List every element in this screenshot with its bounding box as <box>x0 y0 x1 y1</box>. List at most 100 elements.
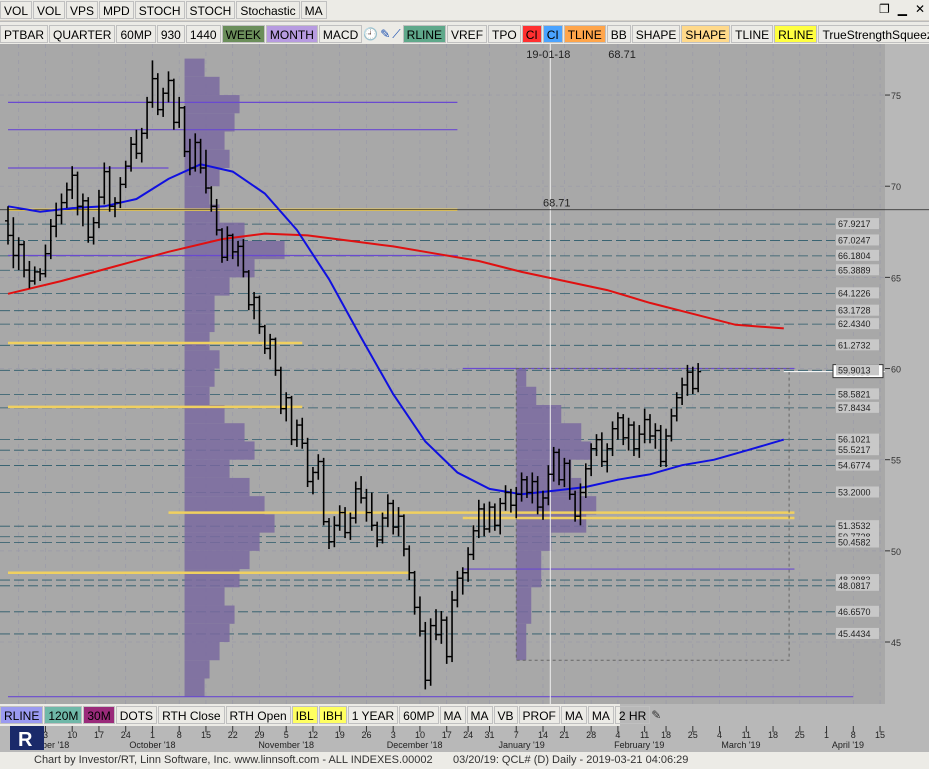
level-label: 54.6774 <box>836 459 879 471</box>
stoch-button[interactable]: STOCH <box>185 1 236 19</box>
truestrengthsqueeze-button[interactable]: TrueStrengthSqueeze <box>818 24 929 43</box>
30m-button[interactable]: 30M <box>83 706 115 724</box>
svg-text:50.4582: 50.4582 <box>838 537 871 547</box>
pencil-icon[interactable]: ✎ <box>651 706 661 724</box>
x-month-label: January '19 <box>498 740 544 750</box>
x-tick-label: 5 <box>284 730 289 740</box>
x-tick-label: 21 <box>559 730 569 740</box>
profile-bar <box>184 623 230 643</box>
tline-button[interactable]: TLINE <box>563 24 606 43</box>
pencil-icon[interactable]: ✎ <box>380 25 390 43</box>
minimize-icon[interactable]: ▁ <box>898 2 907 16</box>
rline-button[interactable]: RLINE <box>774 24 818 43</box>
quarter-button[interactable]: QUARTER <box>49 24 116 43</box>
svg-text:56.1021: 56.1021 <box>838 435 871 445</box>
vref-button[interactable]: VREF <box>447 24 488 43</box>
ptbar-button[interactable]: PTBAR <box>0 24 49 43</box>
ma-button[interactable]: MA <box>587 706 614 724</box>
svg-text:66.1804: 66.1804 <box>838 251 871 261</box>
level-label: 62.4340 <box>836 318 879 330</box>
level-label: 57.8434 <box>836 401 879 413</box>
profile-bar <box>516 386 537 405</box>
profile-bar <box>184 113 235 132</box>
y-tick-label: 75 <box>891 91 901 101</box>
clock-icon[interactable]: 🕘 <box>363 25 378 43</box>
level-label: 61.2732 <box>836 339 879 351</box>
profile-bar <box>184 459 230 478</box>
tpo-button[interactable]: TPO <box>488 24 521 43</box>
x-tick-label: 18 <box>768 730 778 740</box>
vps-button[interactable]: VPS <box>66 1 99 19</box>
cursor-line-label: 68.71 <box>543 198 571 210</box>
ma-button[interactable]: MA <box>300 1 327 19</box>
60mp-button[interactable]: 60MP <box>399 706 439 724</box>
x-month-label: November '18 <box>258 740 314 750</box>
profile-bar <box>516 569 542 588</box>
tline-button[interactable]: TLINE <box>731 24 774 43</box>
1440-button[interactable]: 1440 <box>185 24 221 43</box>
svg-text:63.1728: 63.1728 <box>838 306 871 316</box>
profile-bar <box>184 423 245 442</box>
vol-button[interactable]: VOL <box>0 1 33 19</box>
vol-button[interactable]: VOL <box>33 1 66 19</box>
level-label: 53.2000 <box>836 486 879 498</box>
svg-text:46.6570: 46.6570 <box>838 607 871 617</box>
ci-button[interactable]: CI <box>521 24 542 43</box>
rline-button[interactable]: RLINE <box>0 706 44 724</box>
ma-button[interactable]: MA <box>439 706 466 724</box>
x-tick-label: 18 <box>661 730 671 740</box>
profile-bar <box>184 660 210 679</box>
rline-button[interactable]: RLINE <box>402 24 447 43</box>
macd-button[interactable]: MACD <box>318 24 363 43</box>
shape-button[interactable]: SHAPE <box>631 24 681 43</box>
profile-bar <box>184 514 275 533</box>
ci-button[interactable]: CI <box>542 24 563 43</box>
profile-bar <box>516 550 542 570</box>
rth-open-button[interactable]: RTH Open <box>225 706 291 724</box>
stochastic-button[interactable]: Stochastic <box>236 1 300 19</box>
main-toolbar: PTBAR QUARTER 60MP 930 1440 WEEK MONTH MACD 🕘 ✎ ⟋ R… <box>0 21 929 45</box>
mpd-button[interactable]: MPD <box>99 1 134 19</box>
close-icon[interactable]: ✕ <box>915 2 925 16</box>
profile-bar <box>184 678 205 697</box>
profile-bar <box>184 605 235 624</box>
x-tick-label: 24 <box>121 730 131 740</box>
x-tick-label: 1 <box>824 730 829 740</box>
profile-bar <box>184 642 220 661</box>
930-button[interactable]: 930 <box>156 24 185 43</box>
stoch-button[interactable]: STOCH <box>134 1 185 19</box>
y-tick-label: 55 <box>891 456 901 466</box>
level-label: 56.1021 <box>836 433 879 445</box>
x-tick-label: 28 <box>586 730 596 740</box>
restore-icon[interactable]: ❐ <box>879 2 890 16</box>
vb-button[interactable]: VB <box>493 706 518 724</box>
120m-button[interactable]: 120M <box>44 706 83 724</box>
profile-bar <box>516 423 582 442</box>
x-tick-label: 15 <box>201 730 211 740</box>
svg-text:67.9217: 67.9217 <box>838 219 871 229</box>
dots-button[interactable]: DOTS <box>115 706 158 724</box>
line-tool-icon[interactable]: ⟋ <box>392 25 400 43</box>
x-month-label: October '18 <box>129 740 175 750</box>
ibh-button[interactable]: IBH <box>318 706 347 724</box>
level-label: 50.4582 <box>836 536 879 548</box>
month-button[interactable]: MONTH <box>265 24 318 43</box>
1-year-button[interactable]: 1 YEAR <box>347 706 399 724</box>
profile-bar <box>184 350 220 369</box>
prof-button[interactable]: PROF <box>518 706 560 724</box>
x-tick-label: 8 <box>851 730 856 740</box>
chart-area[interactable]: 59.8367.921767.024766.180465.388964.1226… <box>0 44 929 752</box>
level-label: 45.4434 <box>836 627 879 639</box>
shape-button[interactable]: SHAPE <box>681 24 731 43</box>
bb-button[interactable]: BB <box>606 24 631 43</box>
ma-button[interactable]: MA <box>560 706 587 724</box>
indicator-toolbar: VOL VOL VPS MPD STOCH STOCH Stochastic MA <box>0 0 929 20</box>
week-button[interactable]: WEEK <box>221 24 265 43</box>
rth-close-button[interactable]: RTH Close <box>158 706 225 724</box>
svg-text:62.4340: 62.4340 <box>838 319 871 329</box>
60mp-button[interactable]: 60MP <box>116 24 156 43</box>
ma-button[interactable]: MA <box>466 706 493 724</box>
ibl-button[interactable]: IBL <box>291 706 318 724</box>
price-chart[interactable]: 59.8367.921767.024766.180465.388964.1226… <box>0 44 929 752</box>
2-hr-button[interactable]: 2 HR <box>614 706 651 724</box>
